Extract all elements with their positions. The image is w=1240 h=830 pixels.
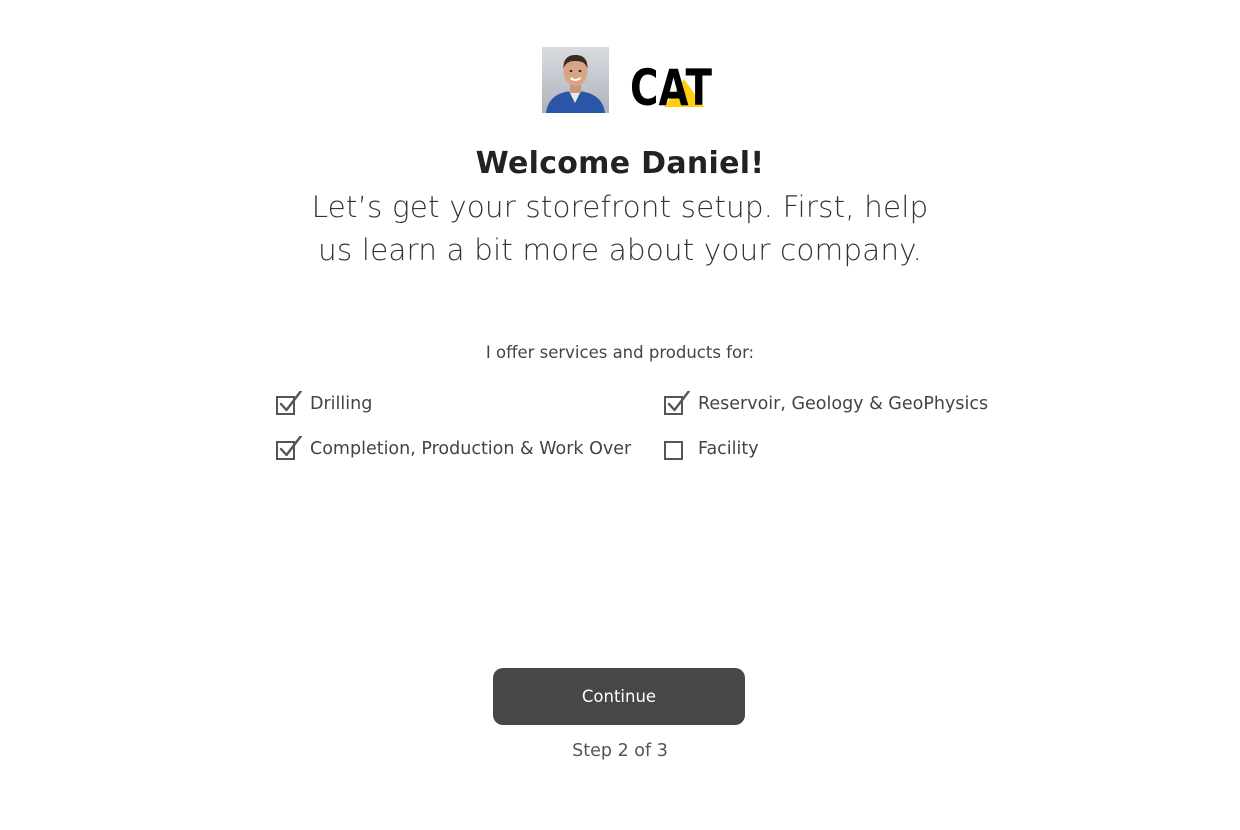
cat-logo: CAT <box>630 57 714 109</box>
option-drilling[interactable]: Drilling <box>276 389 372 419</box>
svg-text:CAT: CAT <box>630 59 712 109</box>
page-subtitle: Let’s get your storefront setup. First, … <box>311 190 929 267</box>
option-completion-production-work-over[interactable]: Completion, Production & Work Over <box>276 434 631 464</box>
services-prompt: I offer services and products for: <box>485 343 755 362</box>
checkbox-checked-icon[interactable] <box>276 436 302 462</box>
checkbox-unchecked-icon[interactable] <box>664 436 690 462</box>
option-label: Completion, Production & Work Over <box>310 439 632 459</box>
onboarding-page: CAT Welcome Daniel! Let’s get your store… <box>0 0 1240 830</box>
brand-row: CAT <box>542 47 717 113</box>
continue-button[interactable]: Continue <box>493 668 745 725</box>
option-label: Facility <box>698 439 759 459</box>
option-label: Drilling <box>310 394 373 414</box>
user-photo-icon <box>542 47 609 113</box>
option-label: Reservoir, Geology & GeoPhysics <box>698 394 989 414</box>
page-title: Welcome Daniel! <box>475 146 765 181</box>
checkbox-checked-icon[interactable] <box>276 391 302 417</box>
option-reservoir-geology-geophysics[interactable]: Reservoir, Geology & GeoPhysics <box>664 389 988 419</box>
checkbox-checked-icon[interactable] <box>664 391 690 417</box>
avatar <box>542 47 609 113</box>
cat-logo-icon: CAT <box>630 59 712 109</box>
step-indicator: Step 2 of 3 <box>572 741 668 761</box>
option-facility[interactable]: Facility <box>664 434 759 464</box>
